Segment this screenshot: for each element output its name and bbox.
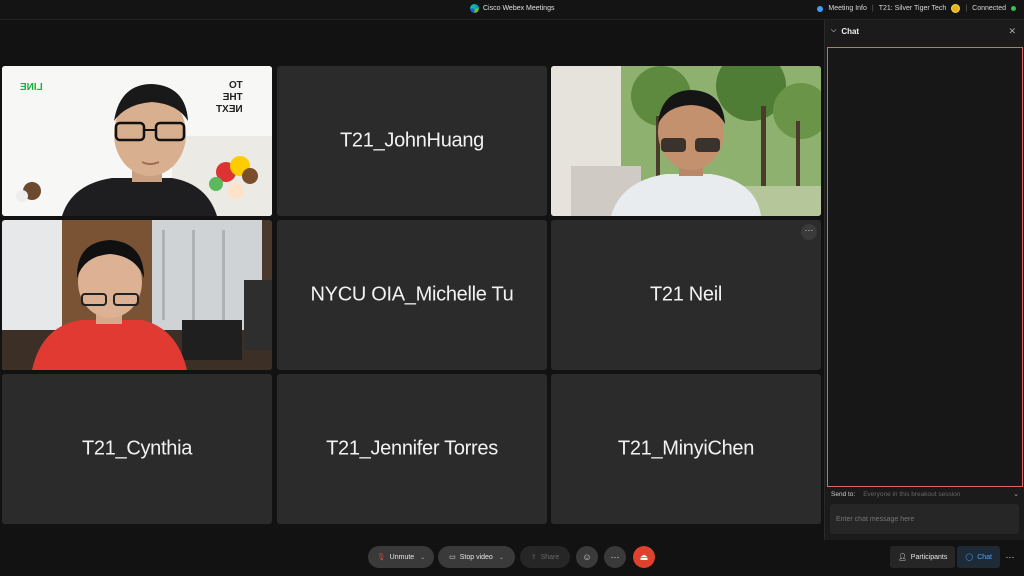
panel-toggles: 👤︎ Participants ◯ Chat ⋯ — [889, 546, 1018, 568]
more-options-button[interactable]: ⋯ — [604, 546, 626, 568]
smiley-icon: ☺ — [582, 552, 592, 562]
info-icon — [817, 5, 824, 12]
leave-meeting-button[interactable]: ⏏ — [633, 546, 655, 568]
participants-label: Participants — [910, 553, 948, 561]
meeting-name: T21: Silver Tiger Tech — [878, 5, 947, 12]
participant-tile[interactable]: T21_Jennifer Torres — [277, 374, 547, 524]
participant-tile[interactable]: T21_MinyiChen — [551, 374, 821, 524]
webex-logo-icon — [470, 4, 479, 13]
participant-name: T21_MinyiChen — [617, 437, 755, 460]
participant-tile[interactable]: T21_Cynthia — [2, 374, 272, 524]
chat-bubble-icon: ◯ — [965, 554, 974, 561]
video-feed — [2, 220, 272, 370]
participant-name: T21_Cynthia — [81, 437, 193, 460]
participants-button[interactable]: 👤︎ Participants — [889, 546, 956, 568]
participant-tile-video[interactable]: LINE TO THE NEXT — [2, 66, 272, 216]
title-bar: Cisco Webex Meetings Meeting Info | T21:… — [0, 0, 1024, 20]
participant-tile[interactable]: NYCU OIA_Michelle Tu — [277, 220, 547, 370]
chevron-down-icon[interactable]: ⌄ — [1013, 490, 1019, 498]
send-to-target[interactable]: Everyone in this breakout session — [863, 491, 960, 498]
chevron-down-icon[interactable]: ⌄ — [499, 554, 504, 561]
participants-icon: 👤︎ — [897, 554, 907, 561]
reactions-button[interactable]: ☺ — [576, 546, 598, 568]
more-icon: ⋯ — [610, 551, 620, 562]
participant-name: T21 Neil — [649, 283, 723, 306]
participant-name: NYCU OIA_Michelle Tu — [310, 283, 514, 306]
share-label: Share — [540, 553, 560, 561]
chat-button[interactable]: ◯ Chat — [957, 546, 1000, 568]
unmute-label: Unmute — [389, 553, 415, 561]
participant-name: T21_JohnHuang — [340, 129, 484, 152]
to-the-next-text: TO THE NEXT — [216, 80, 243, 115]
chat-message-input[interactable] — [830, 504, 1019, 534]
chat-title: Chat — [841, 26, 860, 36]
close-icon[interactable]: ✕ — [1008, 26, 1016, 37]
participant-tile-video[interactable] — [551, 66, 821, 216]
app-title: Cisco Webex Meetings — [470, 4, 554, 13]
video-camera-icon: ▭ — [449, 554, 456, 561]
chat-message-log[interactable] — [827, 47, 1023, 487]
chat-panel: ⌵ Chat ✕ Send to: Everyone in this break… — [824, 20, 1024, 540]
participant-tile[interactable]: T21_JohnHuang — [277, 66, 547, 216]
connection-status: Connected — [972, 5, 1006, 12]
stop-video-button[interactable]: ▭ Stop video ⌄ — [438, 546, 515, 568]
divider: | — [965, 5, 968, 12]
chat-header[interactable]: ⌵ Chat — [825, 20, 1024, 42]
share-button[interactable]: ⇪ Share — [520, 546, 570, 568]
meeting-info-link[interactable]: Meeting Info — [828, 5, 867, 12]
line-logo-text: LINE — [20, 82, 43, 93]
video-feed — [551, 66, 821, 216]
microphone-muted-icon: 🎙︎ — [376, 554, 386, 561]
chat-label: Chat — [977, 553, 992, 561]
stop-video-label: Stop video — [459, 553, 493, 561]
video-grid: LINE TO THE NEXT T21_JohnHuang NYCU OIA_… — [0, 20, 824, 540]
chevron-down-icon[interactable]: ⌵ — [831, 27, 836, 35]
participant-tile-video[interactable] — [2, 220, 272, 370]
connected-indicator-icon — [1011, 6, 1016, 11]
chevron-down-icon[interactable]: ⌄ — [420, 554, 425, 561]
lock-icon[interactable] — [951, 4, 961, 13]
send-to-row[interactable]: Send to: Everyone in this breakout sessi… — [831, 491, 1019, 498]
share-screen-icon: ⇪ — [530, 554, 537, 561]
app-title-text: Cisco Webex Meetings — [483, 5, 555, 12]
more-options-icon[interactable]: ⋯ — [801, 224, 817, 240]
send-to-label: Send to: — [831, 491, 856, 498]
participant-name: T21_Jennifer Torres — [326, 437, 498, 460]
divider: | — [871, 5, 874, 12]
status-area: Meeting Info | T21: Silver Tiger Tech | … — [817, 4, 1016, 13]
more-panels-icon[interactable]: ⋯ — [1002, 546, 1018, 568]
leave-icon: ⏏ — [639, 551, 649, 562]
unmute-button[interactable]: 🎙︎ Unmute ⌄ — [368, 546, 434, 568]
meeting-controls: 🎙︎ Unmute ⌄ ▭ Stop video ⌄ ⇪ Share ☺ ⋯ ⏏… — [0, 540, 1024, 576]
participant-tile[interactable]: T21 Neil ⋯ — [551, 220, 821, 370]
